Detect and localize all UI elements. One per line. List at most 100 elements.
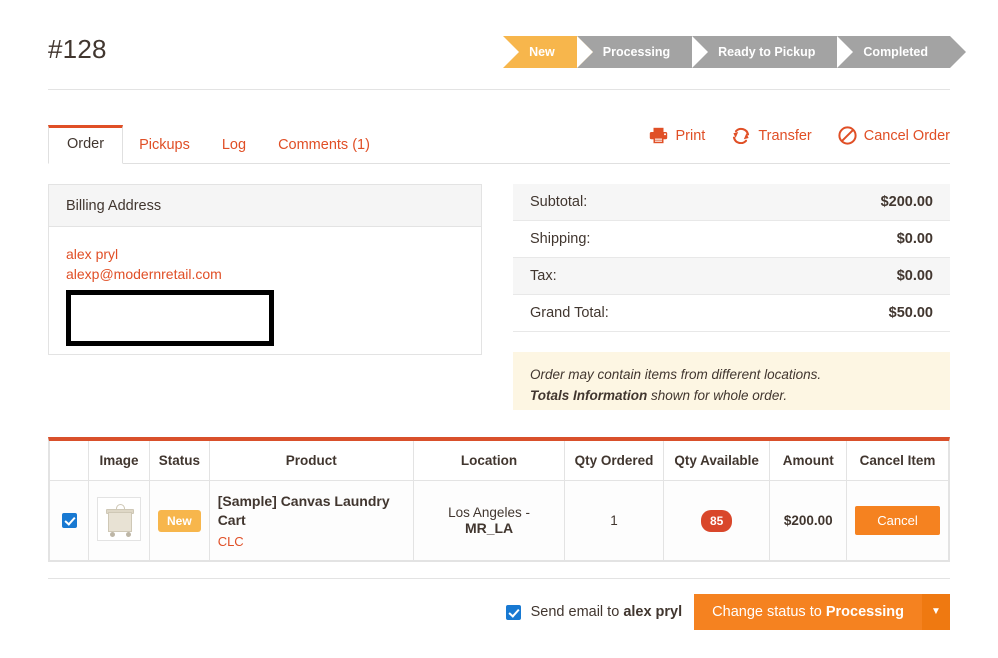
row-cancel-cell: Cancel: [845, 480, 950, 561]
transfer-icon: [731, 127, 751, 144]
change-status-target: Processing: [825, 604, 904, 620]
totals-label: Grand Total:: [530, 305, 609, 321]
totals-value: $0.00: [896, 268, 933, 284]
row-image-cell: [88, 480, 150, 561]
cancel-order-label: Cancel Order: [863, 127, 950, 144]
totals-label: Tax:: [530, 268, 557, 284]
billing-customer-name[interactable]: alex pryl: [66, 244, 481, 264]
print-label: Print: [675, 127, 706, 144]
change-status-dropdown-toggle[interactable]: ▼: [922, 594, 950, 630]
tab-order[interactable]: Order: [48, 125, 124, 164]
tab-pickups[interactable]: Pickups: [123, 127, 206, 164]
cancel-item-button[interactable]: Cancel: [855, 506, 940, 535]
status-step-label: New: [529, 45, 555, 59]
order-totals: Subtotal: $200.00 Shipping: $0.00 Tax: $…: [513, 184, 950, 332]
send-email-prefix: Send email to: [530, 604, 624, 620]
status-step-label: Processing: [602, 45, 671, 59]
tab-bar: Order Pickups Log Comments (1) Print Tra…: [48, 122, 950, 164]
location-name: Los Angeles -: [448, 505, 530, 520]
tab-log[interactable]: Log: [206, 127, 262, 164]
row-select-cell: [49, 480, 89, 561]
qty-available-badge: 85: [701, 509, 733, 532]
totals-value: $200.00: [880, 194, 933, 210]
column-header-status: Status: [149, 441, 210, 481]
status-step-processing[interactable]: Processing: [576, 36, 709, 68]
step-arrow-icon: [950, 36, 966, 68]
order-footer-actions: Send email to alex pryl Change status to…: [502, 594, 950, 630]
change-status-prefix: Change status to: [712, 604, 826, 620]
change-status-split-button: Change status to Processing ▼: [694, 594, 950, 630]
column-header-qty-available: Qty Available: [662, 441, 771, 481]
column-header-qty-ordered: Qty Ordered: [564, 441, 664, 481]
billing-address-title: Billing Address: [49, 185, 481, 227]
step-notch-icon: [576, 36, 593, 68]
send-email-customer-name: alex pryl: [623, 604, 683, 620]
step-notch-icon: [692, 36, 709, 68]
notice-line-2-rest: shown for whole order.: [647, 388, 788, 403]
step-notch-icon: [837, 36, 854, 68]
row-amount-cell: $200.00: [769, 480, 847, 561]
column-header-image: Image: [88, 441, 150, 481]
product-sku[interactable]: CLC: [218, 534, 405, 549]
step-notch-icon: [503, 36, 520, 68]
status-badge: New: [158, 509, 201, 532]
status-step-new[interactable]: New: [503, 36, 593, 68]
totals-row-grand-total: Grand Total: $50.00: [513, 295, 950, 332]
status-step-completed[interactable]: Completed: [837, 36, 966, 68]
totals-notice: Order may contain items from different l…: [513, 352, 950, 410]
totals-row-shipping: Shipping: $0.00: [513, 221, 950, 258]
send-email-row[interactable]: Send email to alex pryl: [502, 602, 683, 623]
page-title: #128: [48, 34, 107, 64]
footer-divider: [48, 578, 950, 579]
row-product-cell: [Sample] Canvas Laundry Cart CLC: [208, 480, 414, 561]
row-location-cell: Los Angeles - MR_LA: [412, 480, 566, 561]
send-email-checkbox[interactable]: [505, 604, 521, 620]
order-detail-page: #128 New Processing Ready to Pickup Comp…: [0, 0, 998, 658]
status-step-label: Completed: [863, 45, 928, 59]
column-header-product: Product: [208, 441, 414, 481]
totals-label: Subtotal:: [530, 194, 588, 210]
location-code: MR_LA: [464, 520, 514, 536]
print-button[interactable]: Print: [649, 127, 705, 144]
transfer-label: Transfer: [758, 127, 812, 144]
page-header: #128 New Processing Ready to Pickup Comp…: [48, 28, 966, 90]
notice-line-1: Order may contain items from different l…: [530, 367, 822, 382]
row-status-cell: New: [149, 480, 210, 561]
status-step-ready-to-pickup[interactable]: Ready to Pickup: [692, 36, 854, 68]
column-header-select: [49, 441, 89, 481]
column-header-cancel-item: Cancel Item: [845, 441, 950, 481]
totals-row-subtotal: Subtotal: $200.00: [513, 184, 950, 221]
billing-address-panel: Billing Address alex pryl alexp@modernre…: [48, 184, 482, 355]
notice-line-2: Totals Information shown for whole order…: [530, 385, 950, 406]
product-thumbnail-icon: [97, 497, 141, 541]
billing-customer-email[interactable]: alexp@modernretail.com: [66, 264, 481, 284]
column-header-location: Location: [412, 441, 566, 481]
row-select-checkbox[interactable]: [62, 513, 77, 528]
no-entry-icon: [838, 126, 857, 145]
chevron-down-icon: ▼: [931, 606, 941, 617]
send-email-label: Send email to alex pryl: [531, 604, 683, 620]
redaction-box: [66, 290, 274, 346]
totals-label: Shipping:: [530, 231, 591, 247]
billing-address-body: alex pryl alexp@modernretail.com: [49, 227, 481, 346]
transfer-button[interactable]: Transfer: [731, 127, 812, 144]
totals-value: $50.00: [888, 305, 933, 321]
status-step-label: Ready to Pickup: [718, 45, 816, 59]
tab-comments[interactable]: Comments (1): [262, 127, 386, 164]
row-qty-available-cell: 85: [662, 480, 771, 561]
printer-icon: [649, 127, 668, 144]
row-amount-value: $200.00: [783, 513, 833, 528]
cancel-order-button[interactable]: Cancel Order: [838, 126, 950, 145]
notice-line-2-bold: Totals Information: [530, 388, 648, 403]
change-status-button[interactable]: Change status to Processing: [694, 594, 922, 630]
order-items-table: Image Status Product Location Qty Ordere…: [48, 437, 950, 562]
row-qty-ordered-cell: 1: [564, 480, 664, 561]
table-header-row: Image Status Product Location Qty Ordere…: [49, 441, 950, 481]
column-header-amount: Amount: [769, 441, 847, 481]
totals-row-tax: Tax: $0.00: [513, 258, 950, 295]
tab-list: Order Pickups Log Comments (1): [48, 125, 386, 164]
totals-value: $0.00: [896, 231, 933, 247]
table-row: New [Sample] Canvas Laundry Cart CLC Los…: [49, 480, 950, 561]
order-actions: Print Transfer Cancel Order: [649, 126, 950, 145]
order-status-steps: New Processing Ready to Pickup Completed: [503, 36, 966, 68]
